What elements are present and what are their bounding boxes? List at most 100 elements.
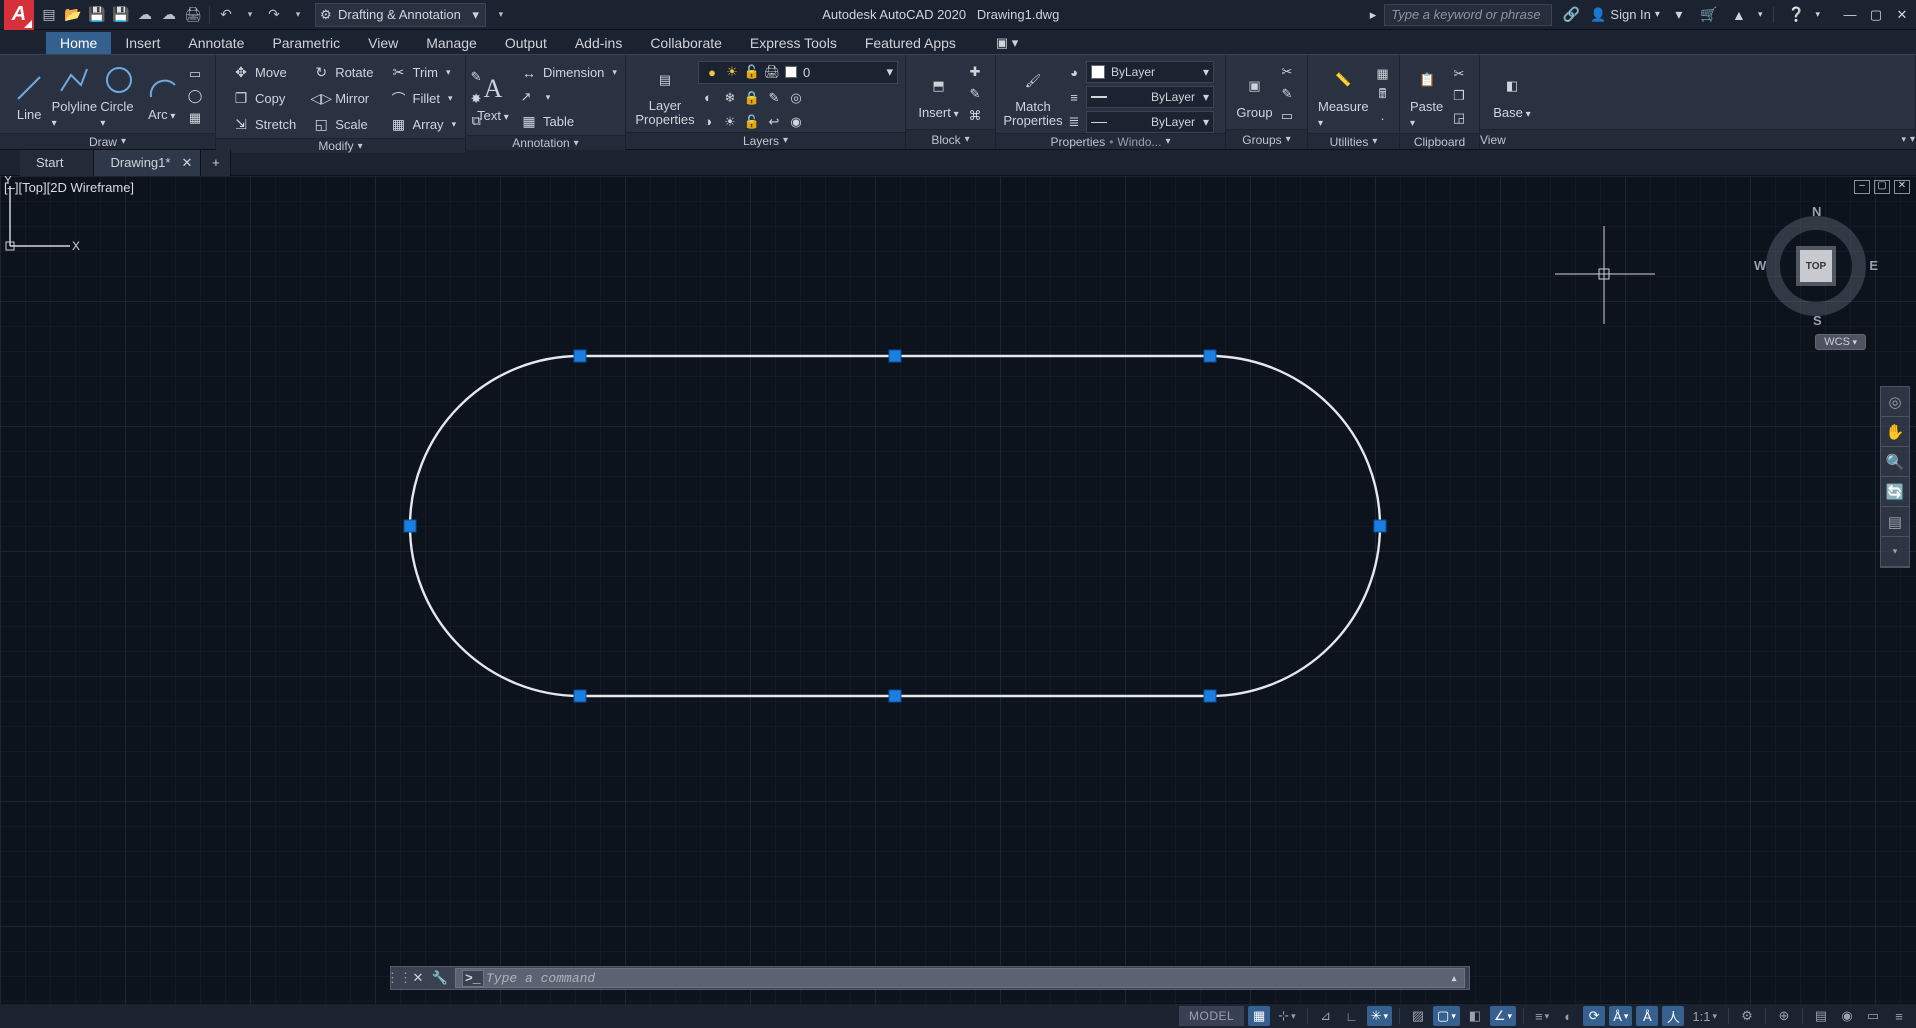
lineweight-icon[interactable]: ≣ [1064,112,1084,132]
linetype-selector[interactable]: ByLayer [1086,86,1214,108]
layer-on-icon[interactable]: ◑ [698,112,718,132]
ribbon-tab-add-ins[interactable]: Add-ins [561,32,636,54]
panel-title-clipboard[interactable]: Clipboard [1400,133,1479,149]
a360-dropdown[interactable]: ▾ [1758,9,1763,20]
snap-toggle-icon[interactable]: ⊹ [1274,1006,1299,1026]
selection-cycling-icon[interactable]: ⟳ [1583,1006,1605,1026]
color-selector[interactable]: ByLayer [1086,61,1214,83]
drawing-area[interactable]: [–][Top][2D Wireframe] – ▢ ✕ [0,176,1916,1004]
infocenter-arrow-icon[interactable]: ▸ [1370,7,1377,23]
clean-screen-icon[interactable]: ▭ [1862,1006,1884,1026]
text-tool[interactable]: A Text [474,59,512,135]
polar-icon[interactable]: ✳ [1367,1006,1392,1026]
annotation-monitor-icon[interactable]: ⊕ [1773,1006,1795,1026]
annotation-auto-icon[interactable]: 人 [1662,1006,1684,1026]
edit-block-icon[interactable]: ✎ [965,84,985,104]
ortho-icon[interactable]: ∟ [1341,1006,1363,1026]
webmobile-open-icon[interactable]: ☁ [134,4,156,26]
hatch-icon[interactable]: ▦ [185,108,205,128]
mirror-tool[interactable]: ◁▷Mirror [308,87,377,110]
quick-calc-icon[interactable]: 🖩 [1373,86,1393,106]
ribbon-tab-featured-apps[interactable]: Featured Apps [851,32,970,54]
rectangle-icon[interactable]: ▭ [185,64,205,84]
panel-title-view[interactable]: View▾ [1480,129,1915,149]
circle-tool[interactable]: Circle [98,59,140,133]
array-tool[interactable]: ▦Array▾ [386,113,461,136]
annotation-visibility-icon[interactable]: Å [1636,1006,1658,1026]
ribbon-tab-insert[interactable]: Insert [111,32,174,54]
viewcube-w[interactable]: W [1754,258,1766,273]
customize-status-icon[interactable]: ≡ [1888,1006,1910,1026]
help-dropdown[interactable]: ▾ [1815,9,1820,20]
redo-dropdown[interactable]: ▾ [287,4,309,26]
dimension-tool[interactable]: ↔Dimension▾ [516,61,621,84]
copy-tool[interactable]: ❐Copy [228,87,300,110]
saveas-icon[interactable]: 💾 [110,4,132,26]
polyline-tool[interactable]: Polyline [50,59,98,133]
ribbon-tab-output[interactable]: Output [491,32,561,54]
ribbon-collapse-icon[interactable]: ▣ ▾ [982,31,1032,54]
table-tool[interactable]: ▦Table [516,110,621,133]
commandline-close-icon[interactable]: ✕ [407,970,429,986]
rotate-tool[interactable]: ↻Rotate [308,61,377,84]
viewcube[interactable]: TOP N S E W [1756,206,1876,326]
linetype-icon[interactable]: ≡ [1064,87,1084,107]
layer-lock-icon[interactable]: 🔒 [742,88,762,108]
hardware-accel-icon[interactable]: ◉ [1836,1006,1858,1026]
trim-tool[interactable]: ✂Trim▾ [386,61,461,84]
showmotion-icon[interactable]: ▤ [1881,507,1909,537]
layer-uniso-icon[interactable]: ◉ [786,112,806,132]
undo-dropdown[interactable]: ▾ [239,4,261,26]
fillet-tool[interactable]: ⌒Fillet▾ [386,87,461,110]
ellipse-icon[interactable]: ◯ [185,86,205,106]
app-menu-button[interactable]: A [4,0,34,30]
search-input[interactable]: Type a keyword or phrase [1384,4,1552,26]
ungroup-icon[interactable]: ✂ [1277,62,1297,82]
panel-title-properties[interactable]: Properties • Windo... [996,133,1225,149]
close-icon[interactable]: ✕ [1892,5,1912,25]
group-edit-icon[interactable]: ✎ [1277,84,1297,104]
layer-match-icon[interactable]: ✎ [764,88,784,108]
leader-icon[interactable]: ↗ [516,87,536,107]
lineweight-toggle-icon[interactable]: ≡ [1531,1006,1553,1026]
orbit-icon[interactable]: 🔄 [1881,477,1909,507]
commandline-grip-icon[interactable]: ⋮⋮ [391,970,407,986]
command-input[interactable]: Type a command [455,968,1465,988]
copybase-icon[interactable]: ◲ [1449,108,1469,128]
panel-title-block[interactable]: Block [906,129,995,149]
arc-tool[interactable]: Arc [141,59,183,133]
layer-unlock-icon[interactable]: 🔓 [742,112,762,132]
maximize-icon[interactable]: ▢ [1866,5,1886,25]
grid-toggle-icon[interactable]: ▦ [1248,1006,1270,1026]
transparency-icon[interactable]: ◐ [1557,1006,1579,1026]
ribbon-tab-express-tools[interactable]: Express Tools [736,32,851,54]
layer-prev-icon[interactable]: ↩ [764,112,784,132]
ribbon-tab-manage[interactable]: Manage [412,32,491,54]
viewcube-e[interactable]: E [1869,258,1878,273]
webmobile-save-icon[interactable]: ☁ [158,4,180,26]
measure-button[interactable]: 📏 Measure [1316,59,1371,133]
file-tab-close-icon[interactable]: ✕ [182,155,193,171]
layer-off-icon[interactable]: ◐ [698,88,718,108]
cut-icon[interactable]: ✂ [1449,64,1469,84]
panel-title-draw[interactable]: Draw [0,133,215,149]
isolate-objects-icon[interactable]: ▤ [1810,1006,1832,1026]
match-properties-button[interactable]: 🖌 MatchProperties [1004,59,1062,133]
workspace-selector[interactable]: Drafting & Annotation [315,3,486,27]
layer-thaw-icon[interactable]: ☀ [720,112,740,132]
panel-title-layers[interactable]: Layers [626,132,905,149]
wcs-badge[interactable]: WCS [1815,334,1866,350]
scale-selector[interactable]: 1:1 [1688,1006,1721,1026]
workspace-switch-icon[interactable]: ⚙ [1736,1006,1758,1026]
color-wheel-icon[interactable]: ◕ [1064,62,1084,82]
a360-icon[interactable]: ▲ [1728,4,1750,26]
line-tool[interactable]: Line [8,59,50,133]
navbar-expand-icon[interactable]: ▾ [1881,537,1909,567]
help-icon[interactable]: ❔ [1785,4,1807,26]
3dosnap-icon[interactable]: ◧ [1464,1006,1486,1026]
layer-selector[interactable]: ● ☀ 🔓 🖨 0 [698,61,898,84]
file-tab-add[interactable]: + [201,150,231,176]
paste-button[interactable]: 📋 Paste [1408,59,1447,133]
command-line[interactable]: ⋮⋮ ✕ 🔧 Type a command [390,966,1470,990]
file-tab[interactable]: Start [20,150,94,176]
